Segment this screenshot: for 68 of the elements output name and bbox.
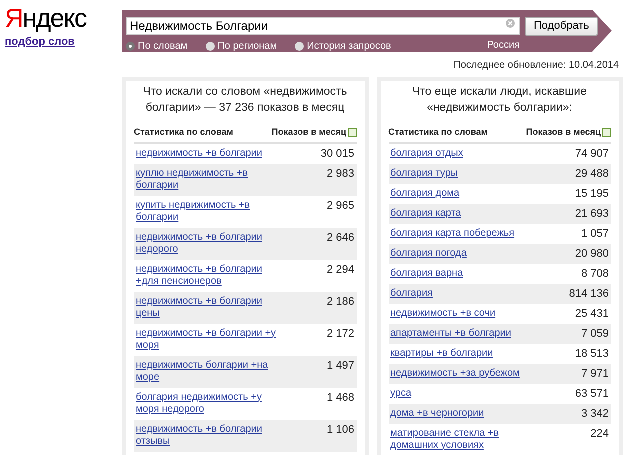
phrase-link[interactable]: болгария [390, 288, 530, 300]
count-cell: 18 513 [575, 348, 609, 360]
count-cell: 25 431 [575, 308, 609, 320]
panel-title: Что искали со словом «недвижимость болгарии» — 37 236 показов в месяц [142, 85, 348, 116]
phrase-link[interactable]: недвижимость +в болгарии недорого [136, 232, 286, 256]
panel-title: Что еще искали люди, искавшие «недвижимость болгарии»: [411, 85, 588, 116]
count-cell: 814 136 [569, 288, 609, 300]
region-link[interactable]: Россия [487, 39, 520, 53]
count-cell: 2 965 [326, 200, 354, 212]
count-cell: 29 488 [575, 168, 609, 180]
phrase-link[interactable]: болгария карта [390, 208, 530, 220]
count-cell: 224 [590, 428, 609, 440]
phrase-link[interactable]: болгария карта побережья [390, 228, 530, 240]
phrase-link[interactable]: недвижимость +в болгарии +у моря [136, 328, 286, 352]
count-cell: 1 497 [326, 360, 354, 372]
phrase-link[interactable]: недвижимость +в болгарии отзывы [136, 424, 286, 448]
phrase-link[interactable]: дома +в черногории [390, 408, 530, 420]
count-cell: 7 971 [581, 368, 609, 380]
count-cell: 2 186 [326, 296, 354, 308]
count-cell: 21 693 [575, 208, 609, 220]
count-cell: 30 015 [320, 148, 354, 160]
phrase-link[interactable]: недвижимость болгарии +на море [136, 360, 286, 384]
logo[interactable]: Яндекс [5, 2, 122, 34]
count-cell: 74 907 [575, 148, 609, 160]
search-field[interactable]: Недвижимость Болгарии [126, 17, 520, 35]
count-cell: 20 980 [575, 248, 609, 260]
count-cell: 2 172 [326, 328, 354, 340]
phrase-link[interactable]: недвижимость +в болгарии цены [136, 296, 286, 320]
help-icon[interactable] [602, 128, 611, 138]
count-cell: 7 059 [581, 328, 609, 340]
phrase-link[interactable]: недвижимость +в сочи [390, 308, 530, 320]
count-cell: 15 195 [575, 188, 609, 200]
subtitle-link[interactable]: подбор слов [5, 34, 122, 50]
help-icon[interactable] [348, 128, 356, 138]
count-cell: 3 342 [581, 408, 609, 420]
phrase-link[interactable]: болгария дома [390, 188, 530, 200]
phrase-link[interactable]: болгария недвижимость +у моря недорого [136, 392, 286, 416]
phrase-link[interactable]: урса [390, 388, 530, 400]
phrase-link[interactable]: купить недвижимость +в болгарии [136, 200, 286, 224]
phrase-link[interactable]: болгария туры [390, 168, 530, 180]
column-header: Показов в месяц [526, 126, 601, 139]
column-header: Статистика по словам [388, 126, 488, 139]
phrase-link[interactable]: болгария отдых [390, 148, 530, 160]
phrase-link[interactable]: болгария погода [390, 248, 530, 260]
column-header: Показов в месяц [272, 126, 346, 139]
count-cell: 2 294 [326, 264, 354, 276]
count-cell: 1 468 [326, 392, 354, 404]
phrase-link[interactable]: недвижимость +в болгарии +для пенсионеров [136, 264, 286, 288]
phrase-link[interactable]: болгария варна [390, 268, 530, 280]
search-button[interactable]: Подобрать [525, 16, 598, 36]
clear-icon[interactable] [506, 19, 515, 28]
count-cell: 63 571 [575, 388, 609, 400]
count-cell: 1 057 [581, 228, 609, 240]
phrase-link[interactable]: квартиры +в болгарии [390, 348, 530, 360]
phrase-link[interactable]: матирование стекла +в домашних условиях [390, 428, 530, 452]
count-cell: 1 106 [326, 424, 354, 436]
phrase-link[interactable]: куплю недвижимость +в болгарии [136, 168, 286, 192]
count-cell: 2 646 [326, 232, 354, 244]
column-header: Статистика по словам [134, 126, 234, 139]
last-update: Последнее обновление: 10.04.2014 [452, 59, 620, 73]
count-cell: 2 983 [326, 168, 354, 180]
mode-radio[interactable]: История запросов [295, 40, 392, 52]
mode-radio[interactable]: По словам [126, 40, 188, 52]
phrase-link[interactable]: недвижимость +в болгарии [136, 148, 286, 160]
count-cell: 8 708 [581, 268, 609, 280]
phrase-link[interactable]: апартаменты +в болгарии [390, 328, 530, 340]
phrase-link[interactable]: недвижимость +за рубежом [390, 368, 530, 380]
mode-radio[interactable]: По регионам [206, 40, 278, 52]
